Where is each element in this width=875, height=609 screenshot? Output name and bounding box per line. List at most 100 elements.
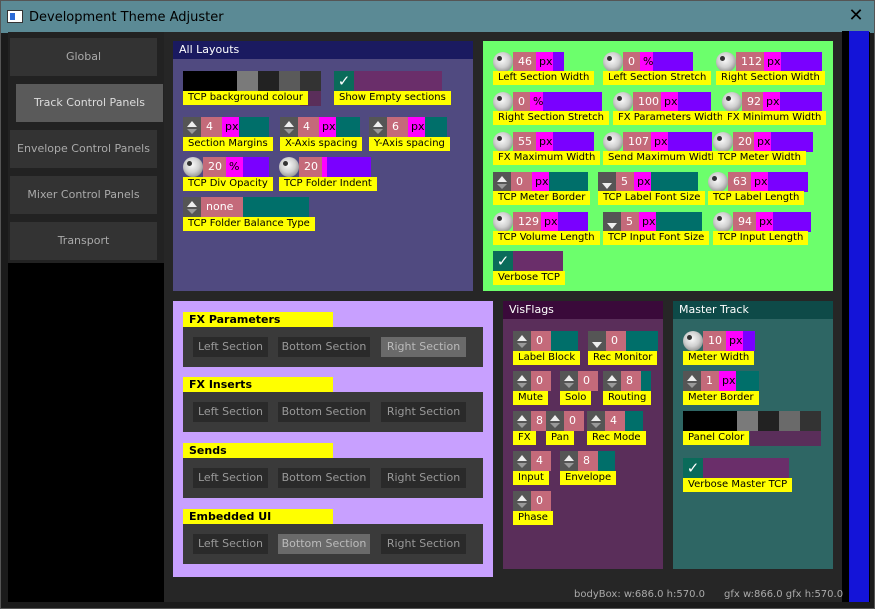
stepper-arrows-icon[interactable] xyxy=(513,451,531,471)
right-width-value[interactable]: 112 xyxy=(736,52,764,72)
tab-envelope-control-panels[interactable]: Envelope Control Panels xyxy=(10,130,157,168)
stepper-arrows-icon[interactable] xyxy=(560,371,578,391)
value-bar[interactable] xyxy=(327,157,371,177)
envelope-value[interactable]: 8 xyxy=(578,451,598,471)
knob-icon[interactable] xyxy=(493,52,513,72)
stepper-arrows-icon[interactable] xyxy=(587,411,605,431)
stepper-arrows-icon[interactable] xyxy=(513,331,531,351)
value-bar[interactable] xyxy=(668,132,712,152)
meter-width-value[interactable]: 10 xyxy=(703,331,726,351)
rec-mode-value[interactable]: 4 xyxy=(605,411,625,431)
stepper-arrows-icon[interactable] xyxy=(598,172,616,192)
value-bar[interactable] xyxy=(243,197,309,217)
value-bar[interactable] xyxy=(736,371,759,391)
knob-icon[interactable] xyxy=(493,212,513,232)
stepper-arrows-icon[interactable] xyxy=(683,371,701,391)
y-spacing-value[interactable]: 6 xyxy=(387,117,408,137)
value-bar[interactable] xyxy=(626,331,658,351)
value-bar[interactable] xyxy=(641,371,651,391)
close-icon[interactable]: ✕ xyxy=(847,6,865,26)
value-bar[interactable] xyxy=(743,331,755,351)
color-swatch[interactable] xyxy=(279,71,300,91)
left-stretch-value[interactable]: 0 xyxy=(623,52,640,72)
fx-max-width-value[interactable]: 55 xyxy=(513,132,536,152)
stepper-arrows-icon[interactable] xyxy=(513,371,531,391)
folder-indent-value[interactable]: 20 xyxy=(299,157,322,177)
knob-icon[interactable] xyxy=(603,132,623,152)
tab-mixer-control-panels[interactable]: Mixer Control Panels xyxy=(10,176,157,214)
stepper-arrows-icon[interactable] xyxy=(546,411,564,431)
stepper-arrows-icon[interactable] xyxy=(183,197,201,217)
knob-icon[interactable] xyxy=(279,157,299,177)
color-swatch[interactable] xyxy=(758,411,779,431)
color-swatch[interactable] xyxy=(683,411,737,431)
tab-global[interactable]: Global xyxy=(10,38,157,76)
bottom-section-button[interactable]: Bottom Section xyxy=(278,402,370,422)
knob-icon[interactable] xyxy=(683,331,703,351)
value-bar[interactable] xyxy=(543,92,602,112)
pan-value[interactable]: 0 xyxy=(564,411,584,431)
color-swatch[interactable] xyxy=(300,71,321,91)
color-swatch[interactable] xyxy=(258,71,279,91)
solo-value[interactable]: 0 xyxy=(578,371,598,391)
stepper-arrows-icon[interactable] xyxy=(280,117,298,137)
div-opacity-value[interactable]: 20 xyxy=(203,157,226,177)
value-bar[interactable] xyxy=(425,117,447,137)
tcp-meter-width-value[interactable]: 20 xyxy=(733,132,754,152)
color-swatch[interactable] xyxy=(800,411,821,431)
value-bar[interactable] xyxy=(651,172,698,192)
knob-icon[interactable] xyxy=(613,92,633,112)
stepper-arrows-icon[interactable] xyxy=(493,172,511,192)
value-bar[interactable] xyxy=(656,212,702,232)
knob-icon[interactable] xyxy=(493,92,513,112)
knob-icon[interactable] xyxy=(708,172,728,192)
checkbox-track[interactable] xyxy=(513,251,563,271)
right-section-button[interactable]: Right Section xyxy=(381,402,466,422)
value-bar[interactable] xyxy=(771,132,813,152)
knob-icon[interactable] xyxy=(716,52,736,72)
verbose-tcp-checkbox[interactable]: ✓ xyxy=(493,251,513,271)
value-bar[interactable] xyxy=(551,331,578,351)
fx-min-width-value[interactable]: 92 xyxy=(742,92,763,112)
checkbox-track[interactable] xyxy=(354,71,442,91)
value-bar[interactable] xyxy=(553,132,594,152)
value-bar[interactable] xyxy=(558,212,588,232)
value-bar[interactable] xyxy=(598,451,615,471)
value-bar[interactable] xyxy=(653,52,693,72)
knob-icon[interactable] xyxy=(722,92,742,112)
knob-icon[interactable] xyxy=(603,52,623,72)
stepper-arrows-icon[interactable] xyxy=(603,371,621,391)
stepper-arrows-icon[interactable] xyxy=(588,331,606,351)
tcp-label-font-value[interactable]: 5 xyxy=(616,172,634,192)
value-bar[interactable] xyxy=(243,157,269,177)
send-max-width-value[interactable]: 107 xyxy=(623,132,651,152)
stepper-arrows-icon[interactable] xyxy=(560,451,578,471)
fx-value[interactable]: 8 xyxy=(531,411,546,431)
checkbox-track[interactable] xyxy=(703,458,789,478)
bottom-section-button[interactable]: Bottom Section xyxy=(278,468,370,488)
bottom-section-button[interactable]: Bottom Section xyxy=(278,534,370,554)
color-swatch[interactable] xyxy=(779,411,800,431)
value-bar[interactable] xyxy=(553,52,564,72)
stepper-arrows-icon[interactable] xyxy=(513,411,531,431)
value-bar[interactable] xyxy=(678,92,711,112)
section-margins-value[interactable]: 4 xyxy=(201,117,222,137)
verbose-master-checkbox[interactable]: ✓ xyxy=(683,458,703,478)
tab-track-control-panels[interactable]: Track Control Panels xyxy=(16,84,163,122)
value-bar[interactable] xyxy=(625,411,643,431)
value-bar[interactable] xyxy=(549,172,588,192)
phase-value[interactable]: 0 xyxy=(531,491,551,511)
bottom-section-button[interactable]: Bottom Section xyxy=(278,337,370,357)
mute-value[interactable]: 0 xyxy=(531,371,551,391)
value-bar[interactable] xyxy=(780,92,822,112)
fx-params-width-value[interactable]: 100 xyxy=(633,92,661,112)
left-section-button[interactable]: Left Section xyxy=(193,534,268,554)
color-swatch[interactable] xyxy=(183,71,237,91)
folder-balance-value[interactable]: none xyxy=(201,197,243,217)
routing-value[interactable]: 8 xyxy=(621,371,641,391)
tab-transport[interactable]: Transport xyxy=(10,222,157,260)
knob-icon[interactable] xyxy=(713,132,733,152)
knob-icon[interactable] xyxy=(713,212,733,232)
meter-border-value[interactable]: 1 xyxy=(701,371,719,391)
knob-icon[interactable] xyxy=(183,157,203,177)
